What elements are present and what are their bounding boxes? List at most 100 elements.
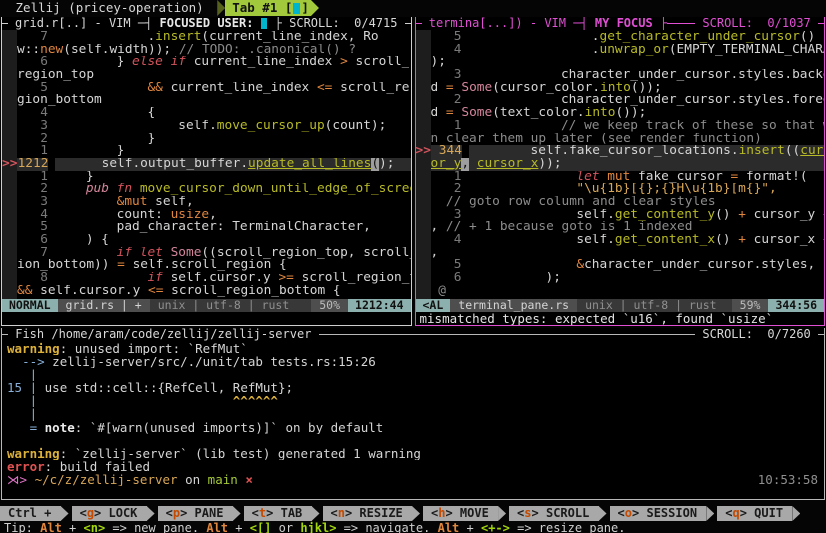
keybar-hint-session[interactable]: <o> SESSION — [610, 506, 707, 521]
keybar-separator — [706, 506, 714, 521]
tab-separator-icon — [217, 0, 225, 16]
line-text: n clear them up later (see render functi… — [431, 133, 762, 146]
text-segment: character_under_cursor.styles.foregroun — [469, 94, 825, 107]
line-text: } else if current_line_index > scroll_ — [55, 56, 409, 69]
text-segment: on — [178, 473, 208, 486]
tip-bar: Tip: Alt + <n> => new pane. Alt + <[] or… — [0, 521, 826, 533]
code-row: ion_bottom)) = self.scroll_region { — [2, 259, 411, 272]
code-row: 4 count: usize, — [2, 209, 411, 222]
text-segment: if let — [117, 247, 163, 260]
text-segment: or — [271, 521, 300, 533]
line-text: , — [431, 247, 439, 260]
code-row: gion_bottom — [2, 94, 411, 107]
line-text: = note: `#[warn(unused_imports)]` on by … — [7, 421, 383, 434]
line-text: d = Some(cursor_color.into()); — [431, 82, 662, 95]
code-row: 1 } — [2, 145, 411, 158]
text-segment — [55, 82, 147, 95]
text-segment: + — [823, 209, 824, 222]
text-segment: ((scroll_region_top, scroll_reg — [201, 247, 410, 260]
text-segment: w:: — [17, 44, 40, 57]
text-segment: ); — [379, 158, 394, 171]
sign-column — [416, 56, 431, 69]
sign-column — [2, 221, 17, 234]
keybar-separator — [599, 506, 607, 521]
text-segment: update_all_lines — [248, 158, 371, 171]
shell-output: warning: unused import: `RefMut` --> zel… — [2, 341, 824, 499]
text-segment: fake_cursor — [630, 171, 730, 184]
sign-column — [2, 44, 17, 57]
text-segment: : `zellij-server` (lib test) generated 1… — [60, 447, 421, 460]
text-segment: => new pane. — [105, 521, 206, 533]
text-segment: (count); — [325, 120, 387, 133]
tab-arrow-icon — [311, 0, 319, 16]
sign-column: >> — [2, 158, 17, 171]
code-row: ⋊> ~/c/z/zellij-server on main ×10:53:58 — [2, 473, 824, 486]
line-text: .insert(current_line_index, Ro — [55, 31, 379, 44]
keybar-hint-move[interactable]: <h> MOVE — [423, 506, 498, 521]
line-text: | — [7, 407, 37, 420]
line-text: character_under_cursor.styles.foregroun — [469, 94, 825, 107]
text-segment: Some — [461, 107, 492, 120]
sign-column — [2, 209, 17, 222]
text-segment: > — [340, 56, 348, 69]
text-segment: "\u{1b}[{};{}H\u{1b}[m{}", — [576, 183, 776, 196]
line-text: @ — [431, 285, 446, 298]
pane-title-text: Fish /home/aram/code/zellij/zellij-serve… — [8, 328, 319, 341]
vim-statusline-grid: NORMALgrid.rs | +unix | utf-8 | rust50%1… — [2, 299, 411, 312]
text-segment: ); — [469, 272, 561, 285]
text-segment: } — [55, 145, 124, 158]
keybar-hint-lock[interactable]: <g> LOCK — [72, 506, 147, 521]
text-segment: get_character_under_cursor — [599, 31, 799, 44]
sign-column — [416, 69, 431, 82]
pane-grid-rs[interactable]: grid.r[..] - VIM ─┤ FOCUSED USER: ├ SCRO… — [1, 17, 412, 326]
sign-column — [2, 82, 17, 95]
session-name: Zellij (pricey-operation) — [0, 0, 217, 16]
text-segment: move_cursor_up — [217, 120, 325, 133]
code-row: 6 ) { — [2, 234, 411, 247]
text-segment: () — [715, 234, 738, 247]
text-segment: scroll_re — [332, 82, 409, 95]
keybinding-bar: Ctrl + <g> LOCK <p> PANE <t> TAB <n> RES… — [0, 506, 826, 521]
code-row: d = Some(text_color.into()); — [416, 107, 825, 120]
code-row: && self.cursor.y <= scroll_region_bottom… — [2, 285, 411, 298]
keybar-hint-tab[interactable]: <t> TAB — [244, 506, 312, 521]
keybar-hint-pane[interactable]: <p> PANE — [158, 506, 233, 521]
text-segment: error — [7, 460, 45, 473]
text-segment: : `#[warn(unused_imports)]` on by defaul… — [75, 421, 384, 434]
tab-label: Tab #1 [ — [232, 0, 292, 16]
line-text: .unwrap_or(EMPTY_TERMINAL_CHARACTER — [469, 44, 825, 57]
text-segment: let — [576, 171, 599, 184]
line-text: ); — [469, 272, 561, 285]
text-segment: ~/c/z/zellij-server — [35, 473, 178, 486]
line-text: } — [55, 171, 94, 184]
pane-terminal-pane-rs[interactable]: termina[...]) - VIM ─┤ MY FOCUS ├ SCROLL… — [415, 17, 826, 326]
focused-user-cursor-block — [261, 18, 268, 29]
line-text: { — [55, 107, 155, 120]
line-text: region_top — [17, 69, 94, 82]
text-segment: scroll_region_bottom { — [163, 285, 340, 298]
keybar-hints: <g> LOCK <p> PANE <t> TAB <n> RESIZE <h>… — [72, 506, 804, 521]
code-row: @ — [416, 285, 825, 298]
diagnostic-line-empty — [2, 312, 411, 325]
main-pane-row: grid.r[..] - VIM ─┤ FOCUSED USER: ├ SCRO… — [1, 17, 825, 326]
text-segment: count: — [55, 209, 171, 222]
text-segment: 15 — [7, 381, 22, 394]
text-segment — [109, 183, 117, 196]
text-segment: (cursor_color. — [492, 82, 600, 95]
text-segment: + — [738, 209, 746, 222]
code-row: >>344 self.fake_cursor_locations.insert(… — [416, 145, 825, 158]
tab-1[interactable]: Tab #1 [ ] — [225, 0, 311, 16]
sign-column — [2, 285, 17, 298]
clock: 10:53:58 — [758, 473, 824, 486]
keybar-hint-resize[interactable]: <n> RESIZE — [323, 506, 413, 521]
code-row: warning: unused import: `RefMut` — [2, 342, 824, 355]
text-segment: warning — [7, 342, 60, 355]
title-junction: ─┤ — [138, 17, 152, 30]
pane-fish-shell[interactable]: Fish /home/aram/code/zellij/zellij-serve… — [1, 328, 825, 500]
text-segment — [37, 394, 233, 407]
keybar-hint-quit[interactable]: <q> QUIT — [717, 506, 792, 521]
statusline-filename: grid.rs | + — [58, 299, 150, 312]
keybar-hint-scroll[interactable]: <s> SCROLL — [509, 506, 599, 521]
code-row: 5 &character_under_cursor.styles, — [416, 259, 825, 272]
code-row: 2 "\u{1b}[{};{}H\u{1b}[m{}", — [416, 183, 825, 196]
